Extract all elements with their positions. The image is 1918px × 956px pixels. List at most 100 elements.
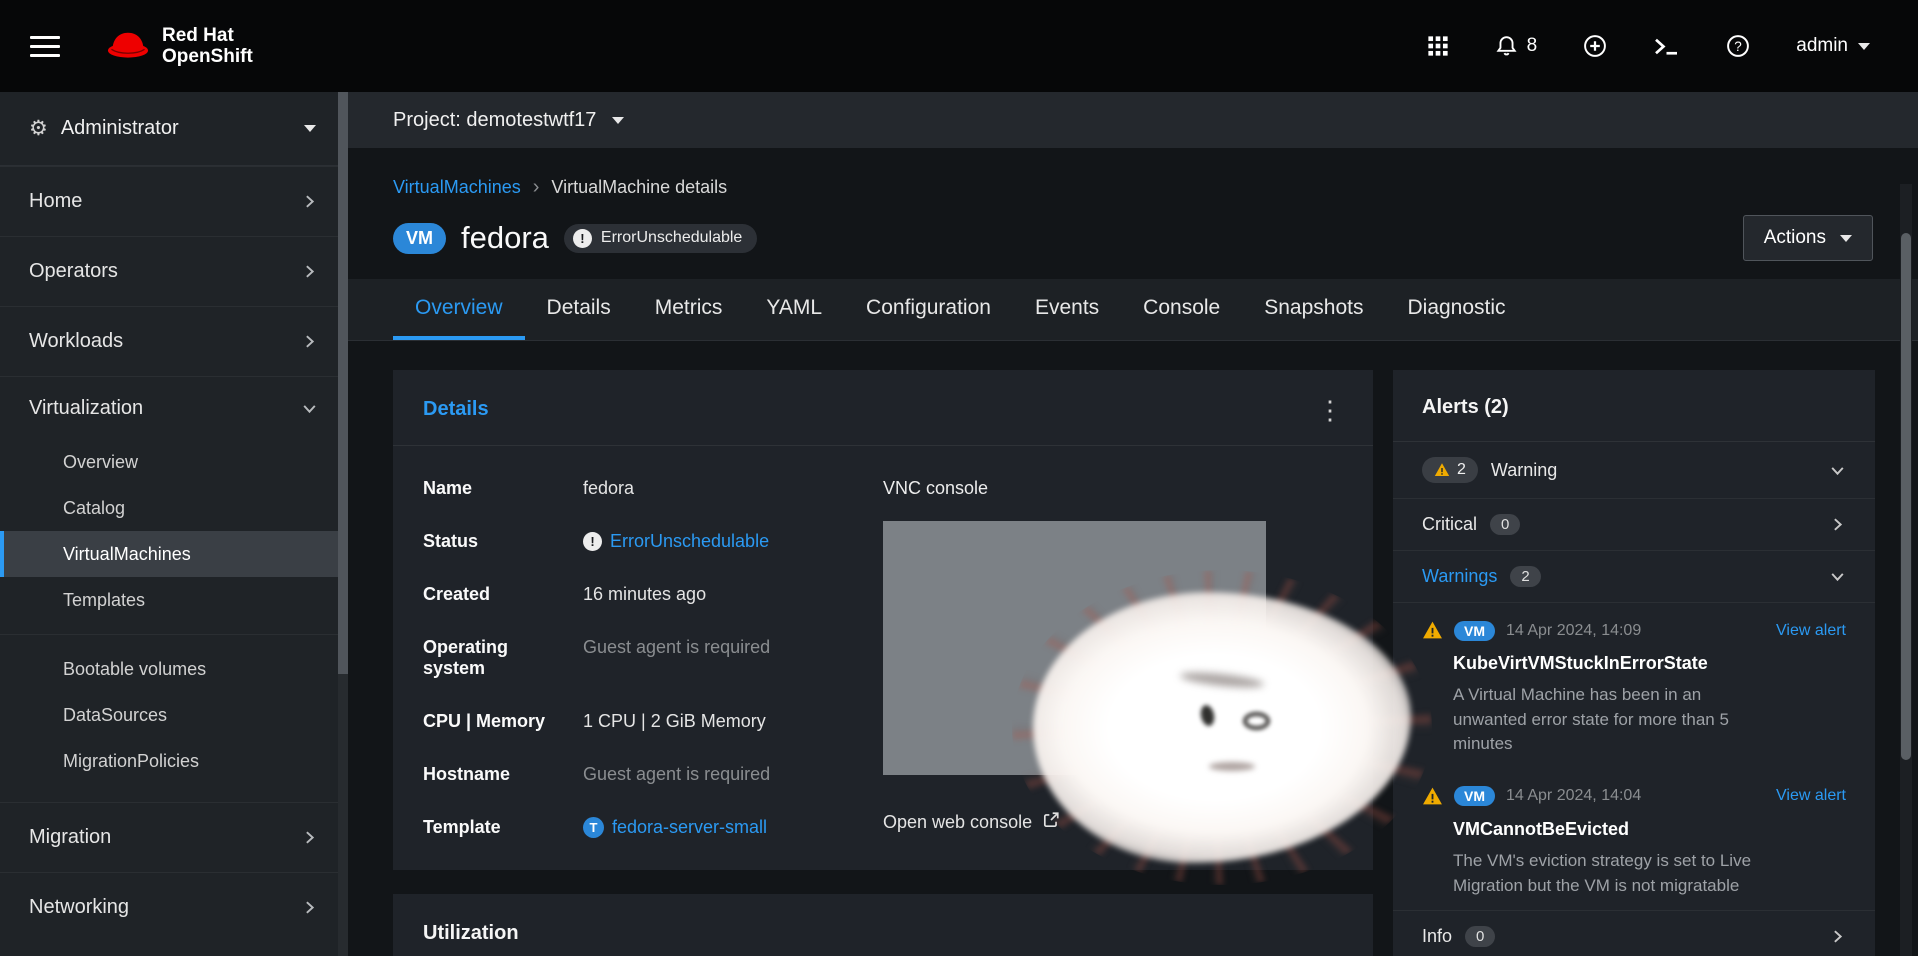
status-badge-label: ErrorUnschedulable (601, 229, 742, 247)
sidebar-item-migrationpolicies[interactable]: MigrationPolicies (0, 738, 348, 784)
chevron-down-icon (301, 400, 318, 417)
status-link[interactable]: ! ErrorUnschedulable (583, 531, 883, 552)
sidebar-item-virtualization-overview[interactable]: Overview (0, 439, 348, 485)
page-header: VirtualMachines › VirtualMachine details… (348, 148, 1918, 261)
sidebar-item-label: DataSources (63, 705, 167, 726)
perspective-switcher[interactable]: ⚙ Administrator (0, 92, 348, 166)
field-value: ErrorUnschedulable (610, 531, 769, 552)
chevron-down-icon (1829, 462, 1846, 479)
app-launcher-icon[interactable] (1427, 35, 1449, 57)
openshift-console: Red Hat OpenShift 8 (0, 0, 1918, 956)
exclamation-circle-icon: ! (583, 532, 602, 551)
tab-configuration[interactable]: Configuration (844, 279, 1013, 340)
sidebar-item-bootable-volumes[interactable]: Bootable volumes (0, 646, 348, 692)
user-menu[interactable]: admin (1796, 35, 1870, 57)
alerts-warning-group-toggle[interactable]: 2 Warning (1393, 442, 1875, 499)
notifications-bell-icon[interactable]: 8 (1495, 35, 1538, 58)
sidebar-item-label: MigrationPolicies (63, 751, 199, 772)
breadcrumb-separator-icon: › (533, 176, 540, 199)
vnc-console-preview[interactable] (883, 521, 1266, 775)
alerts-info-toggle[interactable]: Info 0 (1393, 910, 1875, 956)
sidebar-item-catalog[interactable]: Catalog (0, 485, 348, 531)
sidebar-item-label: Home (29, 190, 82, 213)
alerts-warnings-toggle[interactable]: Warnings 2 (1393, 551, 1875, 603)
sidebar-item-label: Catalog (63, 498, 125, 519)
field-label: Created (423, 584, 573, 605)
exclamation-circle-icon: ! (573, 229, 592, 248)
alerts-critical-toggle[interactable]: Critical 0 (1393, 499, 1875, 551)
warning-group-label: Warning (1491, 460, 1557, 481)
sidebar-item-label: VirtualMachines (63, 544, 191, 565)
status-badge[interactable]: ! ErrorUnschedulable (564, 224, 757, 253)
field-value: fedora (583, 478, 883, 499)
sidebar-item-templates[interactable]: Templates (0, 577, 348, 623)
view-alert-link[interactable]: View alert (1776, 622, 1846, 640)
gear-icon: ⚙ (29, 116, 48, 141)
breadcrumb-link-virtualmachines[interactable]: VirtualMachines (393, 177, 521, 198)
page-scrollbar-thumb[interactable] (1901, 233, 1911, 760)
web-terminal-icon[interactable] (1653, 36, 1680, 57)
redhat-hat-icon (102, 26, 154, 67)
tab-overview[interactable]: Overview (393, 279, 525, 340)
nav-toggle-hamburger-icon[interactable] (30, 36, 60, 57)
field-operating-system: Operating system Guest agent is required (423, 637, 883, 679)
chevron-right-icon (1829, 516, 1846, 533)
view-alert-link[interactable]: View alert (1776, 787, 1846, 805)
tab-bar: Overview Details Metrics YAML Configurat… (348, 279, 1918, 341)
field-status: Status ! ErrorUnschedulable (423, 531, 883, 552)
vm-kind-badge: VM (1454, 621, 1495, 641)
warning-count-pill: 2 (1422, 457, 1478, 483)
sidebar-item-networking[interactable]: Networking (0, 872, 348, 942)
redhat-openshift-logo[interactable]: Red Hat OpenShift (102, 25, 253, 67)
breadcrumb-current: VirtualMachine details (551, 177, 727, 198)
sidebar-item-home[interactable]: Home (0, 166, 348, 236)
vm-kind-badge: VM (1454, 786, 1495, 806)
tab-metrics[interactable]: Metrics (633, 279, 745, 340)
alert-description: A Virtual Machine has been in an unwante… (1453, 683, 1776, 757)
tab-snapshots[interactable]: Snapshots (1242, 279, 1385, 340)
sidebar-item-datasources[interactable]: DataSources (0, 692, 348, 738)
sidebar-item-label: Virtualization (29, 397, 143, 420)
sidebar-scrollbar-thumb[interactable] (338, 92, 348, 674)
field-value: 1 CPU | 2 GiB Memory (583, 711, 883, 732)
tab-details[interactable]: Details (525, 279, 633, 340)
field-label: Operating system (423, 637, 573, 679)
critical-label: Critical (1422, 514, 1477, 535)
details-card: Details ⋮ Name fedora Status (393, 370, 1373, 870)
field-label: Template (423, 817, 573, 838)
project-selector[interactable]: Project: demotestwtf17 (348, 92, 1918, 148)
help-icon[interactable]: ? (1726, 34, 1750, 58)
breadcrumb: VirtualMachines › VirtualMachine details (393, 176, 1873, 199)
chevron-down-icon (1858, 43, 1870, 50)
utilization-card-title: Utilization (423, 922, 519, 944)
sidebar-item-migration[interactable]: Migration (0, 802, 348, 872)
chevron-down-icon (304, 125, 316, 132)
chevron-right-icon (301, 829, 318, 846)
sidebar-item-workloads[interactable]: Workloads (0, 306, 348, 376)
overview-body: Details ⋮ Name fedora Status (348, 341, 1918, 956)
quick-create-plus-icon[interactable] (1583, 34, 1607, 58)
warning-triangle-icon (1422, 620, 1443, 641)
masthead-toolbar: 8 ? admin (1427, 34, 1870, 58)
warning-triangle-icon (1422, 786, 1443, 807)
field-label: Status (423, 531, 573, 552)
tab-yaml[interactable]: YAML (744, 279, 844, 340)
tab-diagnostic[interactable]: Diagnostic (1385, 279, 1527, 340)
warning-count: 2 (1457, 461, 1466, 479)
alerts-card-title: Alerts (2) (1422, 396, 1509, 418)
tab-events[interactable]: Events (1013, 279, 1121, 340)
brand-line-1: Red Hat (162, 25, 253, 46)
kebab-menu-icon[interactable]: ⋮ (1317, 403, 1343, 417)
actions-button[interactable]: Actions (1743, 215, 1873, 261)
field-label: Name (423, 478, 573, 499)
sidebar-item-virtualmachines[interactable]: VirtualMachines (0, 531, 348, 577)
details-card-title-link[interactable]: Details (423, 398, 489, 421)
template-badge-icon: T (583, 817, 604, 838)
tab-console[interactable]: Console (1121, 279, 1242, 340)
project-selector-label: Project: demotestwtf17 (393, 109, 596, 132)
sidebar-item-virtualization[interactable]: Virtualization (0, 377, 348, 439)
open-web-console-link[interactable]: Open web console (883, 811, 1060, 834)
sidebar-item-operators[interactable]: Operators (0, 236, 348, 306)
sidebar-item-label: Migration (29, 826, 111, 849)
template-link[interactable]: T fedora-server-small (583, 817, 883, 838)
